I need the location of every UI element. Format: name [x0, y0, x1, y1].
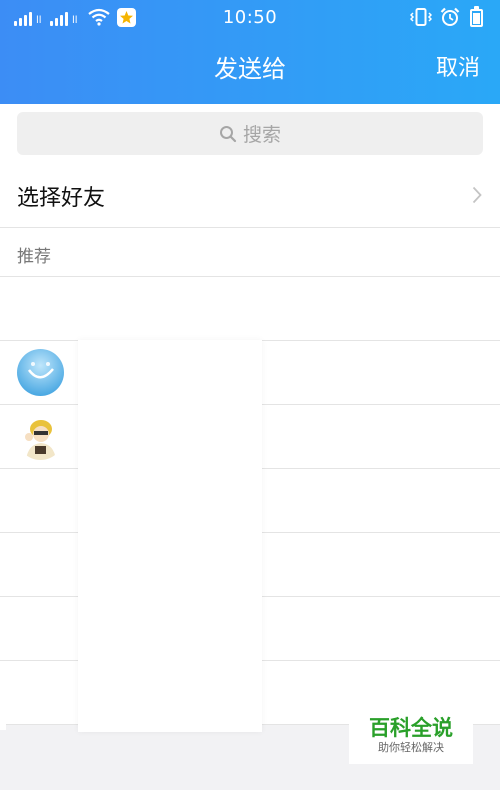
vibrate-icon	[410, 8, 432, 26]
app-header: ll ll 10:50 发送给 取消	[0, 0, 500, 104]
watermark: 百科全说 助你轻松解决	[349, 712, 473, 764]
recommended-section-header: 推荐	[0, 228, 500, 277]
cancel-button[interactable]: 取消	[436, 52, 480, 86]
alarm-icon	[440, 7, 460, 26]
search-icon	[219, 125, 237, 142]
avatar	[17, 413, 64, 460]
select-friends-label: 选择好友	[17, 186, 106, 211]
page-title: 发送给	[214, 55, 286, 83]
list-item[interactable]	[0, 277, 500, 341]
chevron-right-icon	[472, 186, 482, 204]
recommended-label: 推荐	[17, 247, 51, 267]
edge-overlay	[0, 724, 6, 730]
status-bar: ll ll 10:50	[0, 0, 500, 36]
redaction-overlay	[78, 340, 262, 732]
watermark-subtitle: 助你轻松解决	[378, 741, 444, 754]
select-friends-row[interactable]: 选择好友	[0, 164, 500, 228]
battery-icon	[470, 6, 483, 27]
search-input[interactable]: 搜索	[17, 112, 483, 155]
avatar	[17, 349, 64, 396]
search-placeholder: 搜索	[242, 124, 281, 146]
watermark-title: 百科全说	[369, 716, 453, 740]
